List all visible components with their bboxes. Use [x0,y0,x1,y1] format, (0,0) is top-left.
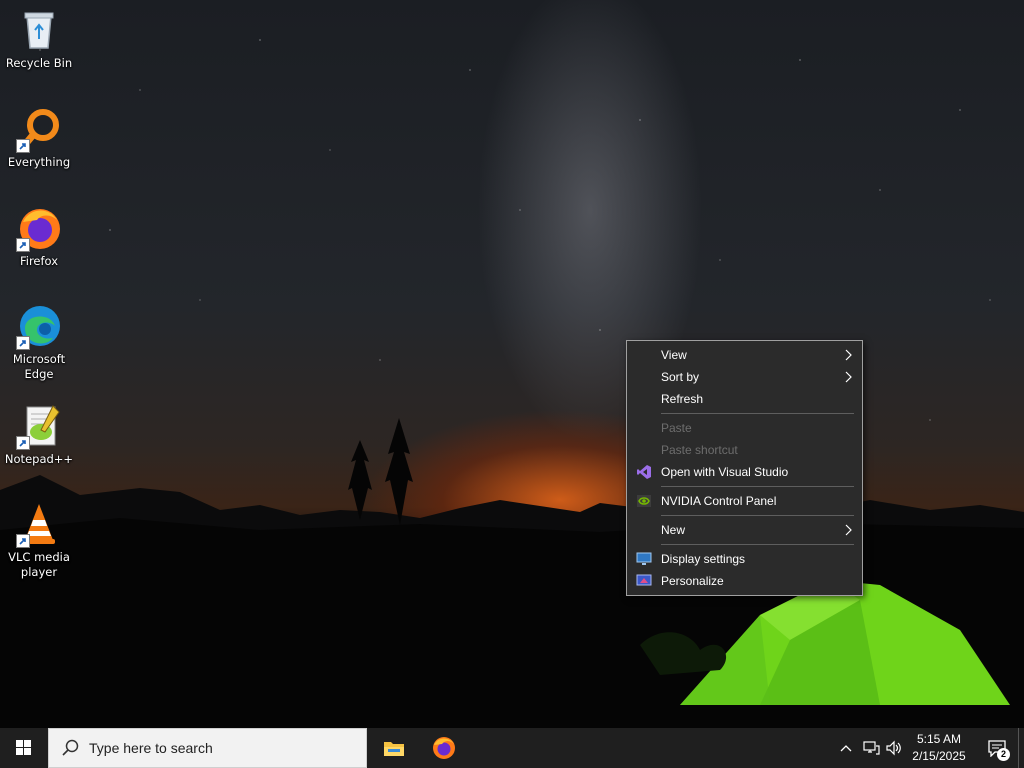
desktop[interactable]: Recycle Bin Everything Firefox Microsoft… [0,0,1024,768]
shortcut-arrow-icon [16,139,30,153]
menu-item-nvidia-control-panel[interactable]: NVIDIA Control Panel [627,490,862,512]
volume-icon [886,740,901,756]
clock-time: 5:15 AM [916,732,962,746]
menu-item-label: NVIDIA Control Panel [661,494,777,508]
desktop-icon-label: VLC media player [8,550,70,579]
start-button[interactable] [0,728,48,768]
desktop-icon-label: Everything [7,155,71,169]
taskbar-search-box[interactable]: Type here to search [48,728,367,768]
file-explorer-icon [384,742,404,756]
network-icon [863,741,880,755]
menu-item-refresh[interactable]: Refresh [627,388,862,410]
menu-item-label: View [661,348,687,362]
vlc-icon [15,500,63,548]
tray-network[interactable] [859,728,883,768]
chevron-right-icon [845,371,852,383]
clock-date: 2/15/2025 [912,749,966,763]
menu-item-label: Display settings [661,552,746,566]
menu-item-personalize[interactable]: Personalize [627,570,862,592]
menu-separator [661,515,854,516]
desktop-icon-firefox[interactable]: Firefox [2,204,76,269]
tray-overflow-chevron[interactable] [837,728,855,768]
notification-count-badge: 2 [997,748,1010,761]
desktop-icon-recycle-bin[interactable]: Recycle Bin [2,6,76,71]
action-center-button[interactable]: 2 [978,728,1016,768]
desktop-icon-vlc[interactable]: VLC media player [2,500,76,580]
taskbar-file-explorer[interactable] [370,728,418,768]
desktop-icon-label: Firefox [19,254,59,268]
recycle-bin-icon [15,6,63,54]
firefox-icon [15,204,63,252]
chevron-up-icon [840,745,852,752]
menu-item-paste-shortcut[interactable]: Paste shortcut [627,439,862,461]
firefox-icon [433,737,455,759]
menu-item-label: Paste shortcut [661,443,738,457]
menu-separator [661,486,854,487]
desktop-icon-notepadpp[interactable]: Notepad++ [2,402,76,467]
menu-item-new[interactable]: New [627,519,862,541]
chevron-right-icon [845,349,852,361]
desktop-context-menu: View Sort by Refresh Paste Paste shortcu… [626,340,863,596]
menu-item-label: New [661,523,686,537]
taskbar: Type here to search 5:15 AM 2/15/2025 2 [0,728,1024,768]
menu-item-paste[interactable]: Paste [627,417,862,439]
display-icon [636,552,652,565]
menu-separator [661,413,854,414]
search-placeholder: Type here to search [89,740,213,756]
menu-item-label: Paste [661,421,692,435]
menu-item-label: Sort by [661,370,700,384]
shortcut-arrow-icon [16,534,30,548]
menu-item-label: Open with Visual Studio [661,465,789,479]
desktop-icon-label: Microsoft Edge [12,352,66,381]
everything-search-icon [15,105,63,153]
desktop-icon-label: Recycle Bin [5,56,73,70]
taskbar-firefox[interactable] [420,728,468,768]
windows-logo-icon [16,740,31,755]
shortcut-arrow-icon [16,238,30,252]
menu-item-display-settings[interactable]: Display settings [627,548,862,570]
menu-item-view[interactable]: View [627,344,862,366]
desktop-icon-everything[interactable]: Everything [2,105,76,170]
menu-item-open-with-visual-studio[interactable]: Open with Visual Studio [627,461,862,483]
menu-item-label: Refresh [661,392,704,406]
nvidia-icon [637,495,651,507]
shortcut-arrow-icon [16,336,30,350]
taskbar-clock[interactable]: 5:15 AM 2/15/2025 [903,728,975,768]
desktop-icon-edge[interactable]: Microsoft Edge [2,302,76,382]
tray-volume[interactable] [883,728,905,768]
chevron-right-icon [845,524,852,536]
show-desktop-button[interactable] [1018,728,1024,768]
menu-item-label: Personalize [661,574,724,588]
personalize-icon [636,574,652,586]
shortcut-arrow-icon [16,436,30,450]
menu-separator [661,544,854,545]
desktop-icon-label: Notepad++ [4,452,74,466]
wallpaper-landscape [0,418,1024,730]
notepadpp-icon [15,402,63,450]
visual-studio-icon [637,465,651,479]
edge-icon [15,302,63,350]
search-icon [62,739,79,756]
menu-item-sort-by[interactable]: Sort by [627,366,862,388]
